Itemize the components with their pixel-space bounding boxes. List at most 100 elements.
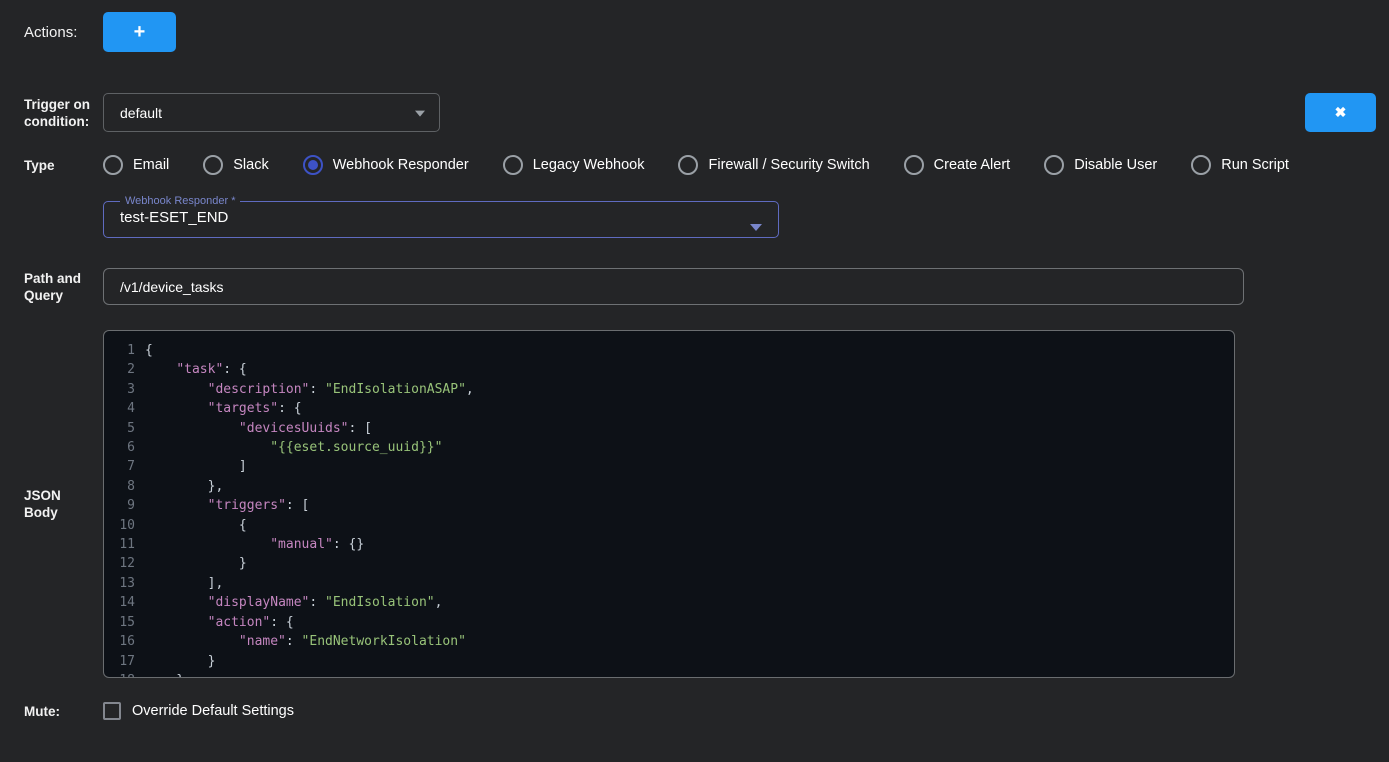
code-line: 8 }, xyxy=(109,477,1234,496)
line-number: 3 xyxy=(109,380,135,399)
code-line: 16 "name": "EndNetworkIsolation" xyxy=(109,632,1234,651)
remove-action-button[interactable]: ✖ xyxy=(1305,93,1376,132)
radio-unselected-icon xyxy=(203,155,223,175)
radio-slack[interactable]: Slack xyxy=(203,155,268,175)
code-text: "name": "EndNetworkIsolation" xyxy=(145,634,466,649)
radio-legacy-webhook[interactable]: Legacy Webhook xyxy=(503,155,645,175)
code-text: "description": "EndIsolationASAP", xyxy=(145,382,474,397)
line-number: 12 xyxy=(109,554,135,573)
code-line: 6 "{{eset.source_uuid}}" xyxy=(109,438,1234,457)
line-number: 8 xyxy=(109,477,135,496)
path-row: Path and Query xyxy=(0,268,1389,305)
webhook-responder-select[interactable]: Webhook Responder * test-ESET_END xyxy=(103,195,779,238)
mute-label: Mute: xyxy=(24,703,103,720)
radio-unselected-icon xyxy=(1191,155,1211,175)
webhook-select-row: Webhook Responder * test-ESET_END xyxy=(0,195,1389,238)
code-line: 18 } xyxy=(109,671,1234,678)
webhook-responder-select-label: Webhook Responder * xyxy=(120,195,240,207)
code-text: "triggers": [ xyxy=(145,498,309,513)
code-text: "manual": {} xyxy=(145,537,364,552)
radio-unselected-icon xyxy=(1044,155,1064,175)
radio-firewall-security-switch[interactable]: Firewall / Security Switch xyxy=(678,155,869,175)
close-icon: ✖ xyxy=(1335,104,1347,121)
code-text: "targets": { xyxy=(145,401,302,416)
line-number: 17 xyxy=(109,652,135,671)
code-line: 2 "task": { xyxy=(109,360,1234,379)
trigger-condition-select[interactable]: default xyxy=(103,93,440,132)
code-line: 14 "displayName": "EndIsolation", xyxy=(109,593,1234,612)
action-config-panel: Actions: + Trigger on condition: default… xyxy=(0,12,1389,720)
radio-label: Create Alert xyxy=(934,157,1011,173)
chevron-down-icon xyxy=(750,224,762,231)
override-default-settings-checkbox[interactable]: Override Default Settings xyxy=(103,702,294,720)
radio-unselected-icon xyxy=(904,155,924,175)
line-number: 6 xyxy=(109,438,135,457)
line-number: 1 xyxy=(109,341,135,360)
add-action-button[interactable]: + xyxy=(103,12,176,52)
radio-unselected-icon xyxy=(678,155,698,175)
actions-row: Actions: + xyxy=(0,12,1389,52)
code-line: 5 "devicesUuids": [ xyxy=(109,419,1234,438)
radio-webhook-responder[interactable]: Webhook Responder xyxy=(303,155,469,175)
line-number: 9 xyxy=(109,496,135,515)
type-row: Type Email Slack Webhook Responder Legacy W… xyxy=(0,155,1389,175)
code-text: } xyxy=(145,673,184,678)
json-body-row: JSON Body 1{2 "task": {3 "description": … xyxy=(0,330,1389,678)
radio-unselected-icon xyxy=(103,155,123,175)
plus-icon: + xyxy=(134,21,146,44)
radio-label: Email xyxy=(133,157,169,173)
webhook-responder-value: test-ESET_END xyxy=(118,209,764,226)
line-number: 4 xyxy=(109,399,135,418)
code-text: "displayName": "EndIsolation", xyxy=(145,595,442,610)
line-number: 10 xyxy=(109,516,135,535)
radio-label: Firewall / Security Switch xyxy=(708,157,869,173)
code-text: "devicesUuids": [ xyxy=(145,421,372,436)
radio-email[interactable]: Email xyxy=(103,155,169,175)
code-line: 12 } xyxy=(109,554,1234,573)
type-label: Type xyxy=(24,157,103,174)
radio-disable-user[interactable]: Disable User xyxy=(1044,155,1157,175)
line-number: 11 xyxy=(109,535,135,554)
actions-label: Actions: xyxy=(24,24,103,41)
code-line: 17 } xyxy=(109,652,1234,671)
line-number: 16 xyxy=(109,632,135,651)
code-line: 9 "triggers": [ xyxy=(109,496,1234,515)
code-line: 3 "description": "EndIsolationASAP", xyxy=(109,380,1234,399)
line-number: 5 xyxy=(109,419,135,438)
trigger-condition-value: default xyxy=(120,105,162,121)
path-query-label: Path and Query xyxy=(24,270,103,304)
json-body-editor[interactable]: 1{2 "task": {3 "description": "EndIsolat… xyxy=(103,330,1235,678)
radio-selected-icon xyxy=(303,155,323,175)
override-default-settings-label: Override Default Settings xyxy=(132,703,294,719)
code-line: 13 ], xyxy=(109,574,1234,593)
radio-unselected-icon xyxy=(503,155,523,175)
radio-label: Legacy Webhook xyxy=(533,157,645,173)
code-text: "{{eset.source_uuid}}" xyxy=(145,440,442,455)
path-query-input[interactable] xyxy=(103,268,1244,305)
line-number: 15 xyxy=(109,613,135,632)
line-number: 18 xyxy=(109,671,135,678)
radio-label: Webhook Responder xyxy=(333,157,469,173)
line-number: 2 xyxy=(109,360,135,379)
code-text: { xyxy=(145,343,153,358)
code-text: "task": { xyxy=(145,362,247,377)
radio-label: Run Script xyxy=(1221,157,1289,173)
code-text: ] xyxy=(145,459,247,474)
line-number: 13 xyxy=(109,574,135,593)
trigger-condition-label: Trigger on condition: xyxy=(24,96,103,130)
json-body-label: JSON Body xyxy=(24,487,103,521)
radio-run-script[interactable]: Run Script xyxy=(1191,155,1289,175)
code-line: 4 "targets": { xyxy=(109,399,1234,418)
mute-row: Mute: Override Default Settings xyxy=(0,702,1389,720)
line-number: 14 xyxy=(109,593,135,612)
line-number: 7 xyxy=(109,457,135,476)
chevron-down-icon xyxy=(415,110,425,116)
radio-label: Disable User xyxy=(1074,157,1157,173)
code-line: 15 "action": { xyxy=(109,613,1234,632)
code-text: { xyxy=(145,518,247,533)
code-text: ], xyxy=(145,576,223,591)
code-line: 1{ xyxy=(109,341,1234,360)
radio-create-alert[interactable]: Create Alert xyxy=(904,155,1011,175)
trigger-row: Trigger on condition: default ✖ xyxy=(0,93,1389,132)
code-line: 10 { xyxy=(109,516,1234,535)
